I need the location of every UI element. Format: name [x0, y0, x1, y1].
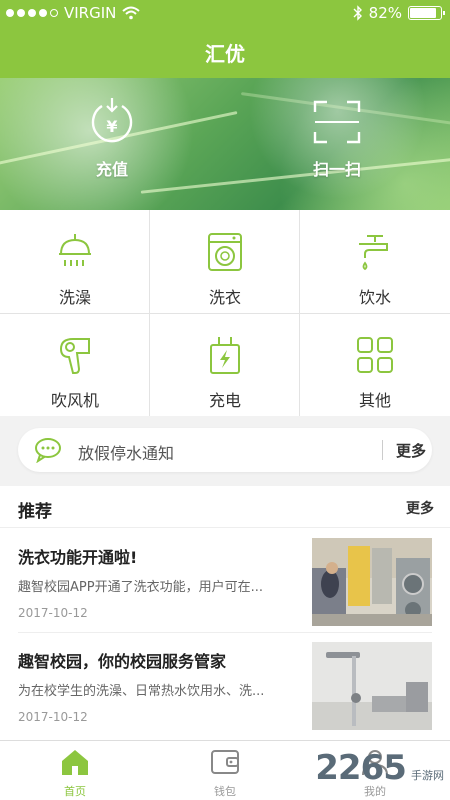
- battery-percent: 82%: [368, 4, 402, 22]
- scan-button[interactable]: 扫一扫: [282, 96, 392, 180]
- notice-separator: [382, 440, 383, 460]
- tab-home[interactable]: 首页: [0, 741, 150, 800]
- page-title: 汇优: [205, 42, 245, 66]
- news-description: 为在校学生的洗澡、日常热水饮用水、洗...: [18, 684, 265, 699]
- notice-bar[interactable]: 放假停水通知 更多: [18, 428, 432, 472]
- shower-icon: [59, 234, 91, 266]
- notice-more-link[interactable]: 更多: [396, 440, 426, 461]
- wallet-icon: [211, 750, 239, 774]
- recharge-icon: ¥: [91, 98, 133, 143]
- news-title: 趣智校园，你的校园服务管家: [18, 652, 227, 671]
- signal-strength-icon: [6, 9, 58, 17]
- service-shower[interactable]: 洗澡: [0, 210, 150, 313]
- news-item[interactable]: 趣智校园，你的校园服务管家 为在校学生的洗澡、日常热水饮用水、洗... 2017…: [0, 634, 450, 736]
- carrier-label: VIRGIN: [64, 4, 117, 22]
- scan-label: 扫一扫: [312, 160, 361, 179]
- faucet-icon: [359, 235, 388, 271]
- tab-wallet[interactable]: 钱包: [150, 741, 300, 800]
- service-label: 洗澡: [58, 288, 91, 307]
- grid-divider: [0, 313, 450, 314]
- watermark-sub: 手游网: [411, 769, 444, 782]
- service-label: 饮水: [358, 288, 391, 307]
- yen-symbol: ¥: [106, 117, 117, 136]
- news-date: 2017-10-12: [18, 710, 88, 724]
- washing-machine-icon: [208, 233, 242, 271]
- service-label: 其他: [358, 391, 391, 410]
- service-label: 洗衣: [208, 288, 241, 307]
- watermark-logo: 2265 手游网: [315, 748, 444, 788]
- top-bar: VIRGIN 82% 汇优: [0, 0, 450, 78]
- news-date: 2017-10-12: [18, 606, 88, 620]
- status-bar: VIRGIN 82%: [0, 0, 450, 28]
- charger-icon: [210, 337, 240, 374]
- grid-icon: [357, 337, 393, 373]
- service-other[interactable]: 其他: [300, 313, 450, 416]
- service-laundry[interactable]: 洗衣: [150, 210, 300, 313]
- bluetooth-icon: [353, 5, 362, 21]
- recommend-more-link[interactable]: 更多: [406, 498, 434, 518]
- battery-icon: [408, 6, 445, 20]
- service-charging[interactable]: 充电: [150, 313, 300, 416]
- scan-icon: [313, 100, 361, 144]
- recommend-section: 推荐 更多 洗衣功能开通啦! 趣智校园APP开通了洗衣功能，用户可在... 20…: [0, 486, 450, 740]
- chat-bubble-icon: [35, 438, 61, 463]
- wifi-icon: [122, 6, 141, 20]
- recommend-header: 推荐 更多: [0, 486, 450, 528]
- shower-thumbnail: [312, 642, 432, 730]
- news-divider: [18, 632, 432, 633]
- tab-label: 钱包: [214, 785, 236, 798]
- recharge-label: 充值: [95, 160, 128, 179]
- tab-label: 首页: [64, 785, 86, 798]
- notice-text: 放假停水通知: [78, 444, 175, 463]
- service-label: 吹风机: [50, 391, 99, 410]
- service-hair-dryer[interactable]: 吹风机: [0, 313, 150, 416]
- banner: ¥ 充值 扫一扫: [0, 78, 450, 210]
- recharge-button[interactable]: ¥ 充值: [57, 96, 167, 180]
- hair-dryer-icon: [59, 338, 90, 374]
- home-icon: [62, 750, 88, 775]
- news-item[interactable]: 洗衣功能开通啦! 趣智校园APP开通了洗衣功能，用户可在... 2017-10-…: [0, 530, 450, 632]
- news-description: 趣智校园APP开通了洗衣功能，用户可在...: [18, 580, 263, 595]
- laundry-room-thumbnail: [312, 538, 432, 626]
- watermark-number: 2265: [315, 748, 407, 788]
- news-title: 洗衣功能开通啦!: [18, 548, 138, 567]
- service-drinking-water[interactable]: 饮水: [300, 210, 450, 313]
- recommend-title: 推荐: [18, 502, 52, 522]
- service-label: 充电: [208, 391, 241, 410]
